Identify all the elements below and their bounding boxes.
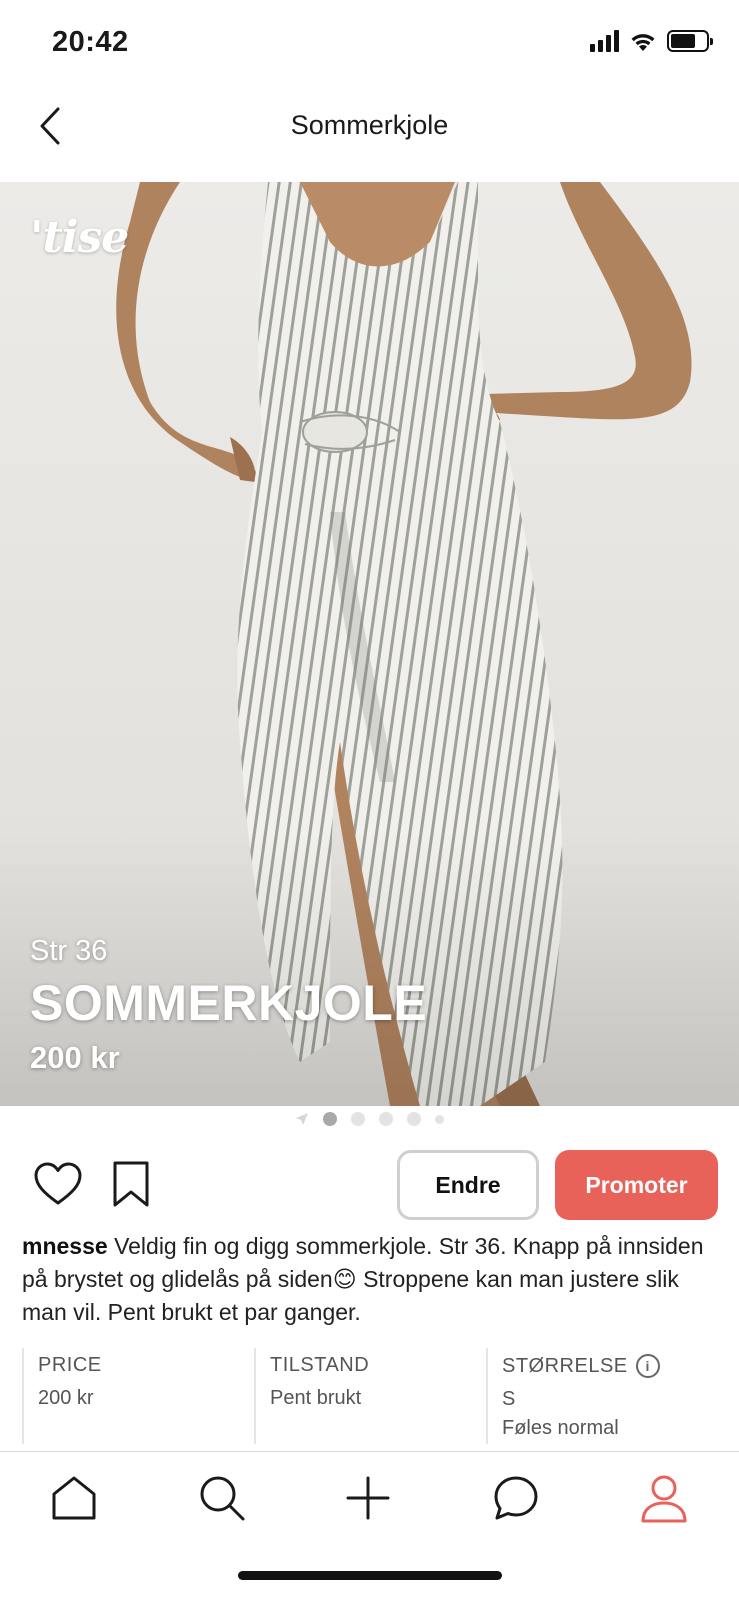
seller-username[interactable]: mnesse (22, 1233, 108, 1259)
tab-profile[interactable] (636, 1470, 692, 1526)
wifi-icon (631, 34, 655, 51)
detail-size: STØRRELSE i S Føles normal (486, 1348, 718, 1444)
bookmark-icon (113, 1161, 149, 1207)
edit-button[interactable]: Endre (397, 1150, 539, 1220)
tab-home[interactable] (46, 1470, 102, 1526)
detail-condition-value: Pent brukt (270, 1387, 362, 1409)
detail-price-label: PRICE (38, 1354, 102, 1376)
description-text: Veldig fin og digg sommerkjole. Str 36. … (22, 1233, 704, 1325)
save-button[interactable] (111, 1160, 151, 1208)
home-icon (52, 1476, 96, 1520)
plus-icon (346, 1476, 390, 1520)
listing-description: mnesse Veldig fin og digg sommerkjole. S… (22, 1230, 722, 1329)
page-title: Sommerkjole (290, 110, 449, 140)
hero-price: 200 kr (30, 1040, 120, 1075)
hero-title: SOMMERKJOLE (30, 975, 428, 1031)
detail-price-value: 200 kr (38, 1387, 94, 1409)
carousel-dot[interactable] (407, 1112, 421, 1126)
home-indicator (238, 1571, 502, 1580)
carousel-dot[interactable] (351, 1112, 365, 1126)
detail-size-fit: Føles normal (502, 1417, 619, 1439)
chat-icon (494, 1476, 538, 1520)
status-bar: 20:42 (0, 0, 739, 90)
hero-overlay: Str 36 SOMMERKJOLE 200 kr (30, 935, 427, 1076)
carousel-indicator[interactable] (0, 1112, 739, 1126)
detail-price: PRICE 200 kr (22, 1348, 254, 1444)
tab-add[interactable] (340, 1470, 396, 1526)
like-button[interactable] (34, 1162, 82, 1206)
carousel-dot[interactable] (379, 1112, 393, 1126)
status-icons (590, 30, 713, 52)
nav-header: Sommerkjole (0, 90, 739, 182)
status-time: 20:42 (52, 26, 129, 58)
details-table: PRICE 200 kr TILSTAND Pent brukt STØRREL… (22, 1348, 718, 1444)
detail-condition-label: TILSTAND (270, 1354, 370, 1376)
location-arrow-icon (296, 1113, 308, 1125)
promote-button[interactable]: Promoter (555, 1150, 718, 1220)
hero-size: Str 36 (30, 935, 108, 967)
detail-size-value: S (502, 1388, 516, 1410)
carousel-dot[interactable] (323, 1112, 337, 1126)
screen: 20:42 Sommerkjole 'tise Str 36 SOMMERKJO… (0, 0, 739, 1600)
battery-icon (667, 30, 713, 52)
tab-messages[interactable] (488, 1470, 544, 1526)
tab-search[interactable] (194, 1470, 250, 1526)
search-icon (200, 1476, 245, 1521)
profile-icon (641, 1475, 687, 1523)
detail-size-label-row: STØRRELSE i (502, 1354, 718, 1378)
action-row: Endre Promoter (0, 1148, 739, 1220)
detail-condition: TILSTAND Pent brukt (254, 1348, 486, 1444)
brand-logo: 'tise (30, 212, 129, 263)
product-image[interactable]: 'tise Str 36 SOMMERKJOLE 200 kr (0, 182, 739, 1106)
cellular-signal-icon (590, 30, 619, 52)
carousel-dot[interactable] (435, 1114, 444, 1124)
detail-size-label: STØRRELSE (502, 1354, 628, 1377)
info-icon[interactable]: i (635, 1354, 660, 1378)
heart-icon (34, 1162, 82, 1205)
